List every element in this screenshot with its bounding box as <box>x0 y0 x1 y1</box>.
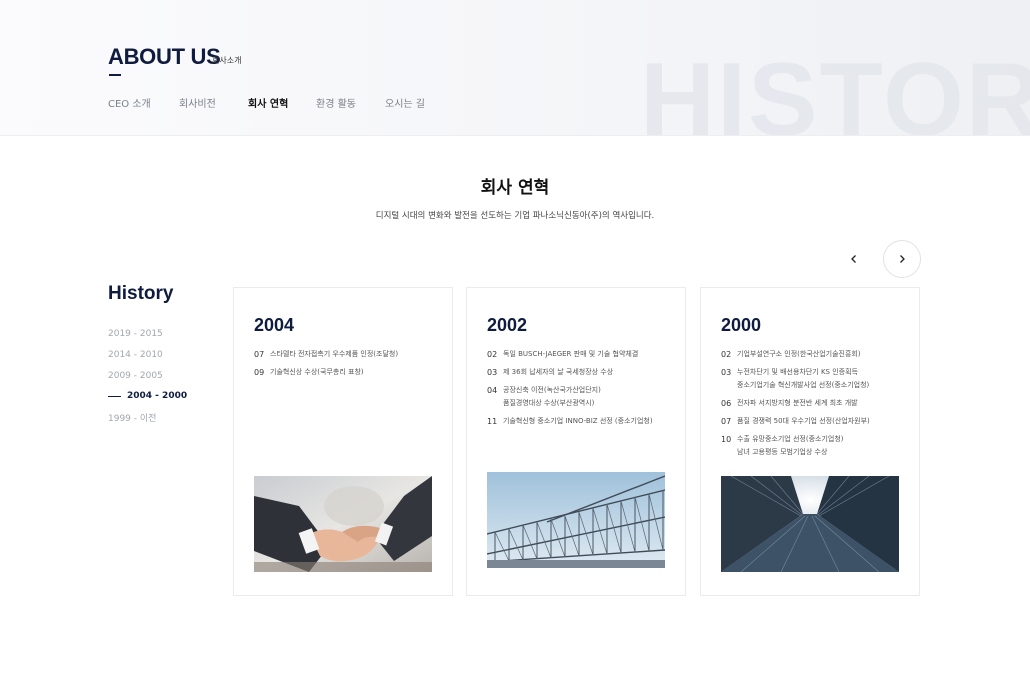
chevron-left-icon <box>851 255 856 263</box>
list-item: 09 기술혁신상 수상(국무총리 표창) <box>254 366 444 379</box>
steel-frame-photo <box>487 472 665 568</box>
tab-history[interactable]: 회사 연혁 <box>248 95 288 110</box>
section-title: 회사 연혁 <box>480 178 550 198</box>
period-item-2019-2015[interactable]: 2019 - 2015 <box>108 327 163 341</box>
period-item-1999-before[interactable]: 1999 - 이전 <box>108 410 156 424</box>
entry-list: 07 스타델타 전자접촉기 우수제품 인정(조달청) 09 기술혁신상 수상(국… <box>254 348 444 384</box>
active-dash <box>108 395 121 397</box>
entry-month: 03 <box>721 368 732 377</box>
entry-text: 전자파 서지방지형 분전반 세계 최초 개발 <box>737 399 858 407</box>
list-item: 03 누전차단기 및 배선용차단기 KS 인증획득 중소기업기술 혁신개발사업 … <box>721 366 911 392</box>
list-item: 04 공장신축 이전(녹산국가산업단지) 품질경영대상 수상(부산광역시) <box>487 384 677 410</box>
period-label: 2009 - 2005 <box>108 371 163 381</box>
background-history-word: HISTORY <box>640 42 1030 136</box>
entry-text: 기술혁신형 중소기업 INNO-BIZ 선정 (중소기업청) <box>503 417 653 425</box>
entry-month: 02 <box>487 350 498 359</box>
entry-text: 공장신축 이전(녹산국가산업단지) <box>503 386 601 394</box>
entry-month: 04 <box>487 386 498 395</box>
card-year: 2004 <box>254 315 295 335</box>
period-label: 2004 - 2000 <box>127 391 188 401</box>
list-item: 07 스타델타 전자접촉기 우수제품 인정(조달청) <box>254 348 444 361</box>
entry-text: 중소기업기술 혁신개발사업 선정(중소기업청) <box>737 381 870 389</box>
entry-month: 10 <box>721 435 732 444</box>
tab-environment[interactable]: 환경 활동 <box>316 95 356 110</box>
period-item-2004-2000[interactable]: 2004 - 2000 <box>108 389 187 403</box>
tab-directions[interactable]: 오시는 길 <box>385 95 425 110</box>
entry-list: 02 기업부설연구소 인정(한국산업기술진흥회) 03 누전차단기 및 배선용차… <box>721 348 911 464</box>
history-card-2004: 2004 07 스타델타 전자접촉기 우수제품 인정(조달청) 09 기술혁신상… <box>233 287 453 596</box>
history-card-2002: 2002 02 독일 BUSCH-JAEGER 판매 및 기술 협약체결 03 … <box>466 287 686 596</box>
entry-month: 07 <box>254 350 265 359</box>
prev-button[interactable] <box>838 243 870 275</box>
period-label: 2014 - 2010 <box>108 350 163 360</box>
entry-month: 06 <box>721 399 732 408</box>
skyscraper-photo <box>721 476 899 572</box>
list-item: 11 기술혁신형 중소기업 INNO-BIZ 선정 (중소기업청) <box>487 415 677 428</box>
card-year: 2002 <box>487 315 528 335</box>
list-item: 02 기업부설연구소 인정(한국산업기술진흥회) <box>721 348 911 361</box>
entry-month: 09 <box>254 368 265 377</box>
period-label: 2019 - 2015 <box>108 329 163 339</box>
title-underline <box>109 74 121 76</box>
entry-text: 기업부설연구소 인정(한국산업기술진흥회) <box>737 350 861 358</box>
entry-text: 제 36회 납세자의 날 국세청장상 수상 <box>503 368 614 376</box>
entry-text: 남녀 고용평등 모범기업상 수상 <box>737 448 828 456</box>
entry-text: 독일 BUSCH-JAEGER 판매 및 기술 협약체결 <box>503 350 639 358</box>
chevron-right-icon <box>900 255 905 263</box>
card-year: 2000 <box>721 315 762 335</box>
entry-month: 03 <box>487 368 498 377</box>
page-subtitle: 회사소개 <box>212 56 242 65</box>
handshake-photo <box>254 476 432 572</box>
entry-text: 품질 경쟁력 50대 우수기업 선정(산업자원부) <box>737 417 870 425</box>
entry-month: 07 <box>721 417 732 426</box>
entry-text: 수출 유망중소기업 선정(중소기업청) <box>737 435 844 443</box>
entry-text: 누전차단기 및 배선용차단기 KS 인증획득 <box>737 368 858 376</box>
page-header: HISTORY ABOUT US 회사소개 CEO 소개 회사비전 회사 연혁 … <box>0 0 1030 136</box>
tab-ceo[interactable]: CEO 소개 <box>108 95 151 110</box>
list-item: 02 독일 BUSCH-JAEGER 판매 및 기술 협약체결 <box>487 348 677 361</box>
entry-text: 품질경영대상 수상(부산광역시) <box>503 399 595 407</box>
period-item-2014-2010[interactable]: 2014 - 2010 <box>108 348 163 362</box>
page-title: ABOUT US <box>108 44 221 69</box>
history-card-2000: 2000 02 기업부설연구소 인정(한국산업기술진흥회) 03 누전차단기 및… <box>700 287 920 596</box>
entry-list: 02 독일 BUSCH-JAEGER 판매 및 기술 협약체결 03 제 36회… <box>487 348 677 433</box>
section-description: 디지털 시대의 변화와 발전을 선도하는 기업 파나소닉신동아(주)의 역사입니… <box>375 211 655 221</box>
entry-month: 11 <box>487 417 498 426</box>
list-item: 03 제 36회 납세자의 날 국세청장상 수상 <box>487 366 677 379</box>
period-label: 1999 - 이전 <box>108 413 157 424</box>
period-item-2009-2005[interactable]: 2009 - 2005 <box>108 369 163 383</box>
history-heading: History <box>108 283 174 304</box>
entry-text: 스타델타 전자접촉기 우수제품 인정(조달청) <box>270 350 399 358</box>
list-item: 07 품질 경쟁력 50대 우수기업 선정(산업자원부) <box>721 415 911 428</box>
list-item: 10 수출 유망중소기업 선정(중소기업청) 남녀 고용평등 모범기업상 수상 <box>721 433 911 459</box>
entry-month: 02 <box>721 350 732 359</box>
list-item: 06 전자파 서지방지형 분전반 세계 최초 개발 <box>721 397 911 410</box>
next-button[interactable] <box>883 240 921 278</box>
entry-text: 기술혁신상 수상(국무총리 표창) <box>270 368 364 376</box>
tab-vision[interactable]: 회사비전 <box>179 95 216 110</box>
